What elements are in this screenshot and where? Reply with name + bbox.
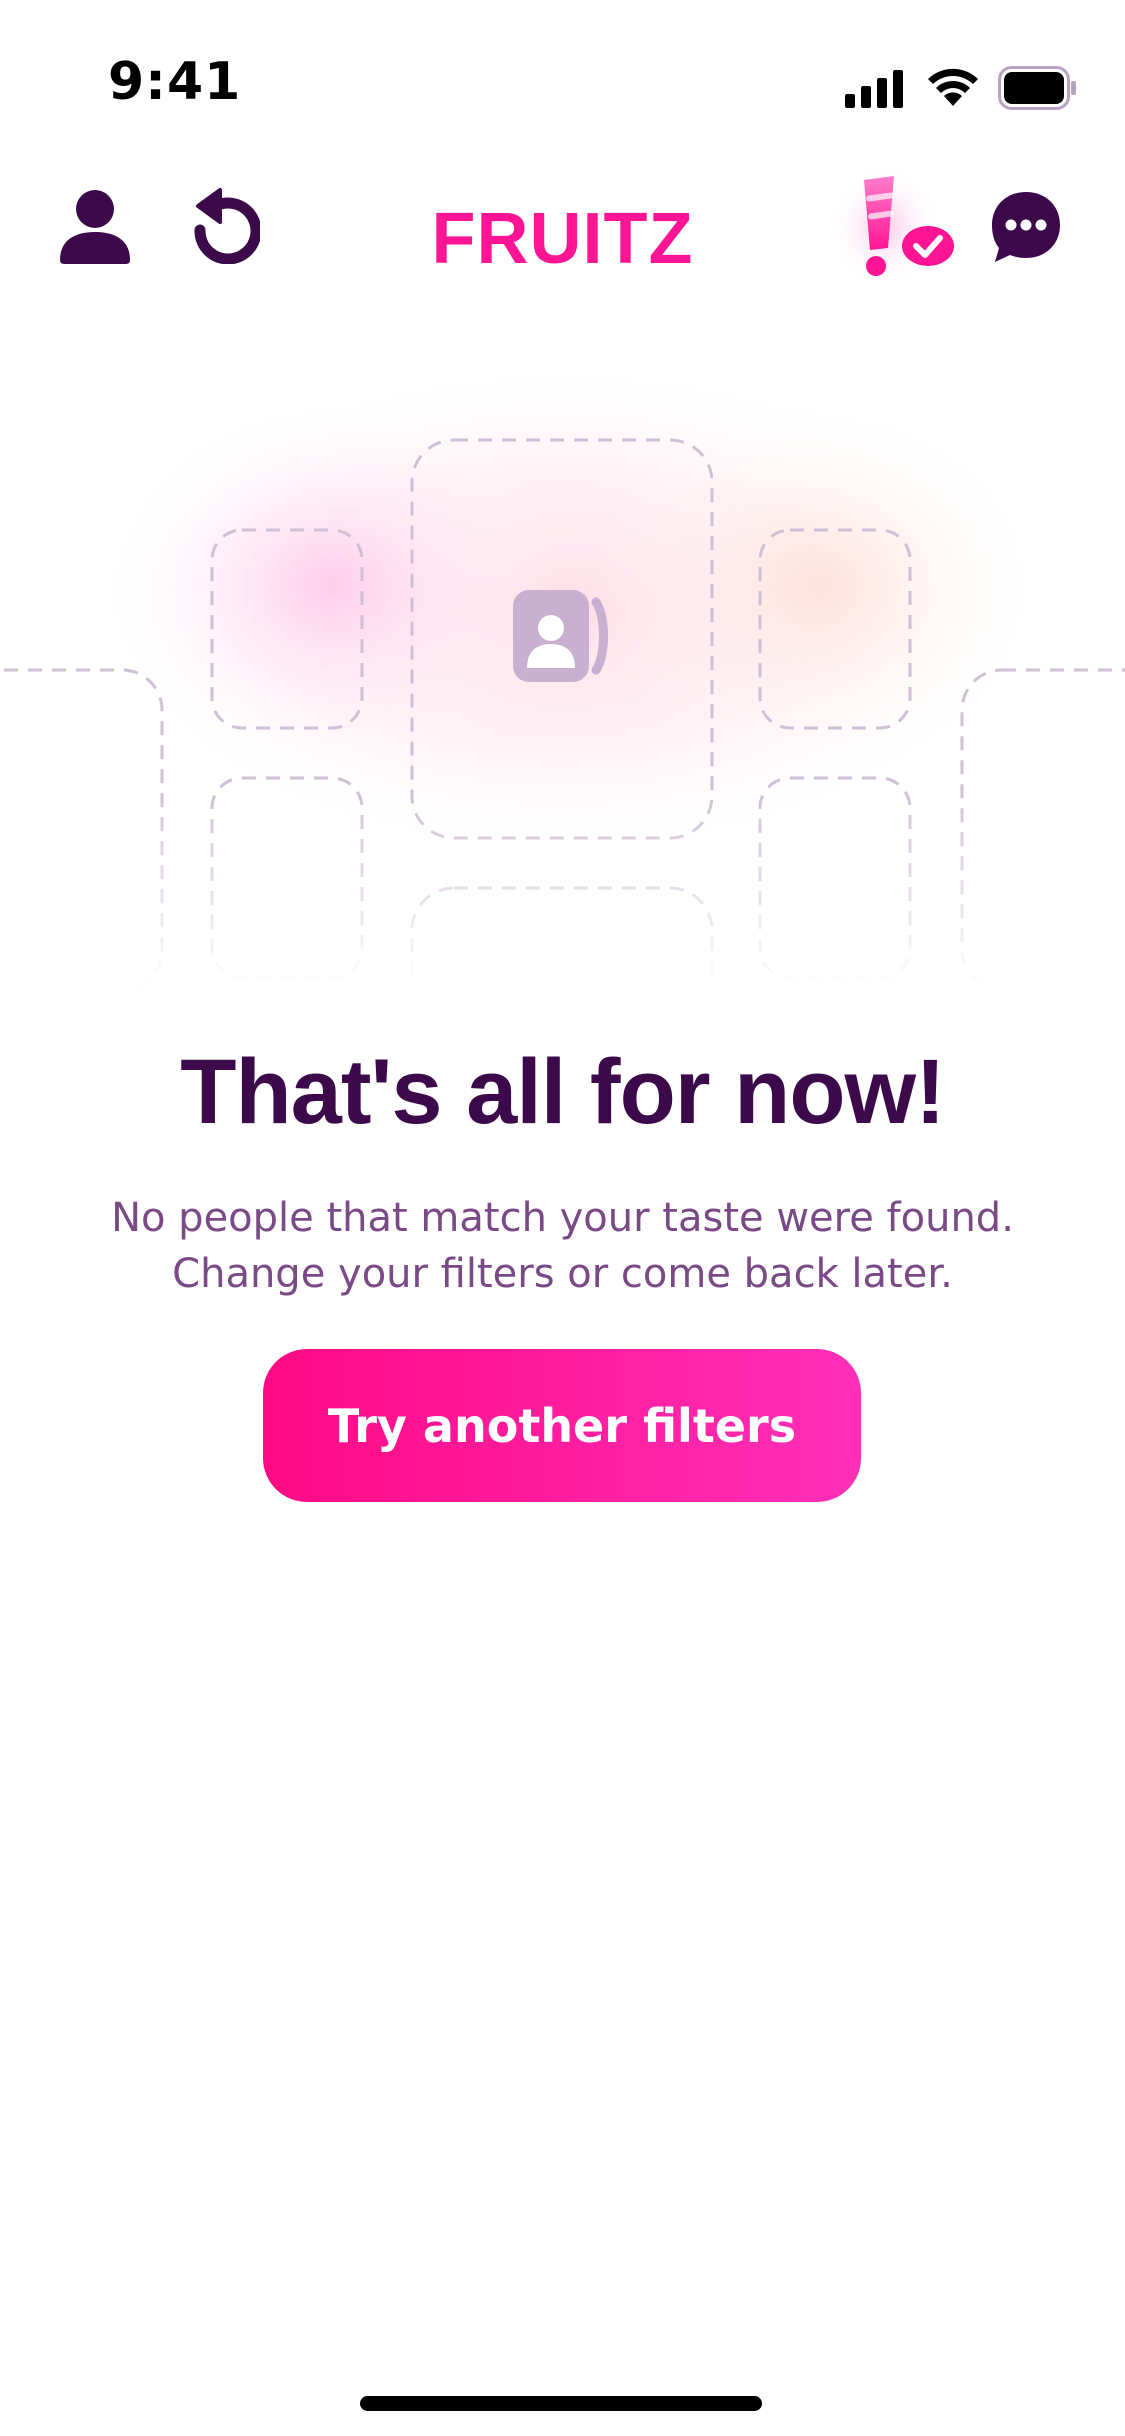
app-header: FRUITZ (0, 160, 1125, 310)
empty-illustration (0, 350, 1125, 990)
chat-icon[interactable] (990, 190, 1062, 264)
empty-state-message: No people that match your taste were fou… (0, 1190, 1125, 1302)
cellular-signal-icon (845, 70, 903, 108)
status-bar: 9:41 (0, 0, 1125, 140)
empty-state-title: That's all for now! (180, 1041, 945, 1143)
empty-state-message-line-1: No people that match your taste were fou… (111, 1195, 1014, 1241)
home-indicator[interactable] (360, 2396, 762, 2411)
wifi-icon (928, 68, 978, 106)
empty-state-message-line-2: Change your filters or come back later. (172, 1251, 953, 1297)
screen: 9:41 FRUITZ That's all for now! No peopl… (0, 0, 1125, 2436)
empty-illustration-graphic (0, 360, 1125, 990)
status-time: 9:41 (108, 52, 242, 112)
boost-icon[interactable] (832, 160, 962, 290)
battery-icon (998, 66, 1076, 110)
try-another-filters-button[interactable]: Try another filters (263, 1349, 861, 1502)
